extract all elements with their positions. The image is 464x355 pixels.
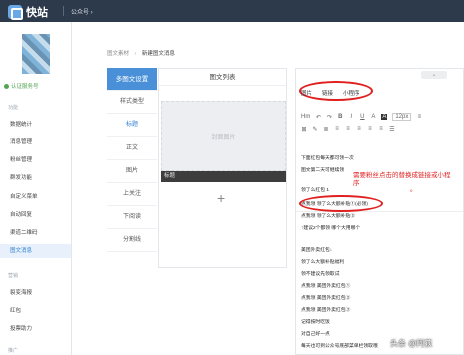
sidebar-group-promotion: 推广: [8, 348, 19, 354]
align-left-icon[interactable]: ≡: [334, 126, 340, 132]
tab-image[interactable]: 图片: [107, 160, 157, 183]
chevron-right-icon: ›: [134, 51, 137, 57]
cover-image-slot[interactable]: 封面图片: [161, 101, 286, 171]
article-list: 图文列表 封面图片 标题 +: [158, 68, 287, 268]
sidebar-group-marketing: 营销: [8, 273, 19, 279]
align-center-icon[interactable]: ≡: [345, 126, 351, 132]
breadcrumb: 图文素材 › 新建图文消息: [107, 49, 175, 57]
logo[interactable]: 快站: [8, 4, 48, 20]
annotation-text: 需要粉丝点击的替换成链接或小程序: [353, 172, 451, 187]
editor-line[interactable]: 每天也可到公众号底部菜单栏领取哦: [301, 342, 378, 349]
tab-read-bottom[interactable]: 下阅读: [107, 206, 157, 229]
editor-line[interactable]: 点我领 美团外卖红包①: [301, 282, 350, 289]
format-toolbar-row2: ⊠ ✎ ≣ ≡ ≡ ≡ ≡ ≡ ☰: [301, 124, 395, 134]
editor-line[interactable]: 点我领 美团外卖红包②: [301, 294, 350, 301]
clear-format-icon[interactable]: ⊠: [301, 126, 307, 133]
divider: [63, 6, 64, 16]
editor-line[interactable]: 记得按时吃饭: [301, 318, 330, 325]
sidebar-item-stats[interactable]: 数据统计: [0, 118, 71, 132]
sidebar-item-articles[interactable]: 图文消息: [0, 244, 71, 258]
redo-icon[interactable]: ↷: [326, 114, 332, 121]
insert-image-button[interactable]: 图片: [301, 89, 312, 97]
editor-line[interactable]: 领不建议先领取试: [301, 270, 339, 277]
html-button[interactable]: Hm: [301, 114, 310, 120]
indent-icon[interactable]: ≡: [378, 126, 384, 132]
highlight-color-button[interactable]: A: [381, 114, 388, 120]
sidebar-item-custom-menu[interactable]: 自定义菜单: [0, 190, 71, 204]
editor-line[interactable]: 下面红包每天都可领一次: [301, 154, 354, 161]
line-height-icon[interactable]: ☰: [389, 126, 395, 133]
sidebar-item-auto-reply[interactable]: 自动回复: [0, 208, 71, 222]
editor-line[interactable]: 点我领 美团外卖红包③: [301, 306, 350, 313]
insert-link-button[interactable]: 链接: [322, 89, 333, 97]
bold-button[interactable]: B: [337, 114, 343, 120]
editor-line[interactable]: 点我领 领了么大额补贴②: [301, 212, 355, 219]
top-bar: 快站 公众号 ›: [0, 0, 464, 22]
editor-line[interactable]: 图文第二天可继续领: [301, 166, 344, 173]
verified-badge: 认证服务号: [4, 82, 39, 90]
underline-button[interactable]: U: [359, 114, 365, 120]
format-brush-icon[interactable]: ✎: [312, 126, 318, 133]
sidebar-group-function: 功能: [8, 105, 19, 111]
sidebar: 认证服务号 功能 数据统计 消息管理 粉丝管理 群发功能 自定义菜单 自动回复 …: [0, 22, 72, 355]
tab-divider[interactable]: 分割线: [107, 229, 157, 252]
format-toolbar-row1: Hm ↶ ↷ B I U A A 12px ≡: [301, 112, 422, 122]
list-icon[interactable]: ≣: [323, 126, 329, 133]
sidebar-item-poster[interactable]: 裂变海报: [0, 286, 71, 300]
logo-text: 快站: [26, 7, 48, 19]
breadcrumb-parent[interactable]: 图文素材: [107, 51, 129, 57]
tab-style-type[interactable]: 样式类型: [107, 91, 157, 114]
collapse-icon[interactable]: ⌄: [421, 71, 447, 79]
editor-line[interactable]: 领了么大额补贴福利: [301, 258, 344, 265]
tab-follow-top[interactable]: 上关注: [107, 183, 157, 206]
font-size-select[interactable]: 12px: [392, 113, 412, 121]
breadcrumb-current: 新建图文消息: [141, 51, 175, 57]
verified-label: 认证服务号: [11, 84, 39, 90]
sidebar-item-messages[interactable]: 消息管理: [0, 135, 71, 149]
align-right-icon[interactable]: ≡: [356, 126, 362, 132]
highlight-oval: [299, 195, 383, 212]
tab-multi-article[interactable]: 多图文设置: [107, 68, 157, 91]
align-icon[interactable]: ≡: [416, 114, 422, 120]
cover-caption: 标题: [161, 171, 286, 182]
account-dropdown[interactable]: 公众号 ›: [71, 7, 93, 16]
watermark: 头条 @阿荻: [390, 339, 433, 348]
undo-icon[interactable]: ↶: [315, 114, 321, 121]
editor-line[interactable]: 领了么红包 1: [301, 186, 329, 193]
annotation-mark: 。: [410, 186, 417, 193]
align-justify-icon[interactable]: ≡: [367, 126, 373, 132]
italic-button[interactable]: I: [348, 114, 354, 120]
logo-icon: [8, 5, 23, 20]
sidebar-item-redpacket[interactable]: 红包: [0, 304, 71, 318]
add-article-button[interactable]: +: [217, 190, 225, 206]
article-list-title: 图文列表: [159, 69, 286, 86]
insert-miniprogram-button[interactable]: 小程序: [343, 89, 360, 97]
editor-line[interactable]: 美团外卖红包↓: [301, 246, 332, 253]
style-tabs: 多图文设置 样式类型 标题 正文 图片 上关注 下阅读 分割线: [107, 68, 157, 268]
sidebar-item-broadcast[interactable]: 群发功能: [0, 171, 71, 185]
editor-panel: ⌄ 图片 链接 小程序 Hm ↶ ↷ B I U A A 12px ≡ ⊠ ✎ …: [295, 68, 464, 355]
sidebar-item-fans[interactable]: 粉丝管理: [0, 153, 71, 167]
avatar: [22, 34, 50, 74]
editor-line[interactable]: ↑建议2个都领 哪个大用哪个: [301, 224, 360, 231]
sidebar-item-qrcode[interactable]: 渠道二维码: [0, 226, 71, 240]
check-icon: [4, 83, 9, 89]
tab-body[interactable]: 正文: [107, 137, 157, 160]
sidebar-item-vote[interactable]: 投票助力: [0, 322, 71, 336]
font-color-button[interactable]: A: [370, 114, 376, 120]
tab-title[interactable]: 标题: [107, 114, 157, 137]
cover-placeholder: 封面图片: [211, 135, 236, 141]
insert-toolbar: 图片 链接 小程序: [301, 89, 360, 97]
editor-line[interactable]: 对自己好一点: [301, 330, 330, 337]
